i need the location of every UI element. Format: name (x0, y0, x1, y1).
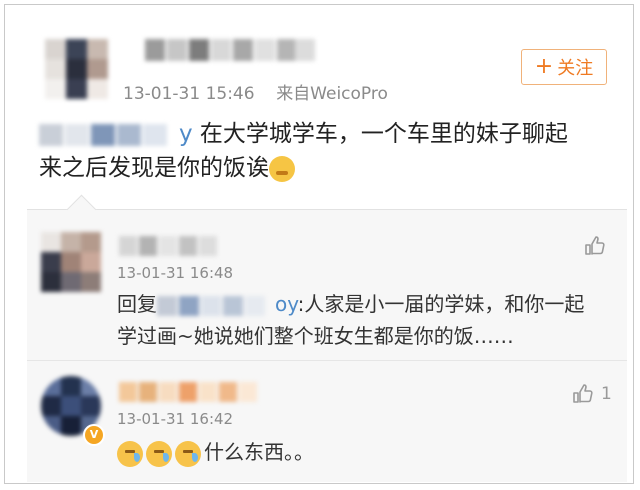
post-source[interactable]: 来自WeicoPro (276, 84, 388, 104)
post-text-line1: 在大学城学车，一个车里的妹子聊起 (192, 121, 568, 147)
follow-label: 关注 (557, 58, 594, 79)
comment-author-redacted[interactable] (119, 382, 269, 402)
post-text-line2: 来之后发现是你的饭诶 (39, 155, 269, 181)
sweat-emoji-icon (146, 440, 172, 467)
comment-like-count: 1 (601, 384, 612, 404)
reply-mention-redacted[interactable] (157, 295, 275, 317)
comment-time: 13-01-31 16:48 (117, 264, 234, 282)
comment-text: 什么东西。。 (204, 440, 314, 464)
comment-text-line1: :人家是小一届的学妹，和你一起 (297, 292, 585, 316)
post-author-avatar[interactable] (45, 39, 108, 99)
follow-button[interactable]: + 关注 (521, 49, 607, 85)
post-author-name-redacted[interactable] (145, 39, 315, 61)
comment-like-button[interactable] (583, 234, 607, 258)
comment-avatar[interactable] (41, 232, 101, 292)
thumbs-up-icon (585, 236, 605, 255)
post-meta: 13-01-31 15:46 来自WeicoPro (123, 79, 388, 104)
sweat-emoji-icon (175, 440, 201, 467)
comment-divider (27, 360, 627, 361)
comment-like-button[interactable]: 1 (571, 382, 612, 406)
reply-mention-tail[interactable]: oy (275, 292, 298, 316)
comment-text-line2: 学过画~她说她们整个班女生都是你的饭…… (117, 324, 514, 348)
thumbs-up-icon (573, 384, 593, 403)
thinking-emoji-icon (269, 155, 295, 182)
verified-badge-icon: V (83, 424, 105, 446)
comment-author-redacted[interactable] (119, 236, 229, 256)
mention-redacted[interactable] (39, 122, 179, 148)
plus-icon: + (534, 54, 554, 79)
sweat-emoji-icon (117, 440, 143, 467)
weibo-post-card: 13-01-31 15:46 来自WeicoPro + 关注 y 在大学城学车，… (4, 4, 634, 484)
comment-time: 13-01-31 16:42 (117, 410, 234, 428)
post-body: y 在大学城学车，一个车里的妹子聊起 来之后发现是你的饭诶 (39, 117, 625, 185)
comment-body: 什么东西。。 (117, 436, 617, 468)
comments-section: 13-01-31 16:48 回复 oy:人家是小一届的学妹，和你一起 学过画~… (27, 209, 627, 482)
post-time: 13-01-31 15:46 (123, 84, 255, 104)
reply-prefix: 回复 (117, 292, 157, 316)
mention-tail[interactable]: y (179, 121, 193, 147)
comment-body: 回复 oy:人家是小一届的学妹，和你一起 学过画~她说她们整个班女生都是你的饭…… (117, 288, 617, 352)
